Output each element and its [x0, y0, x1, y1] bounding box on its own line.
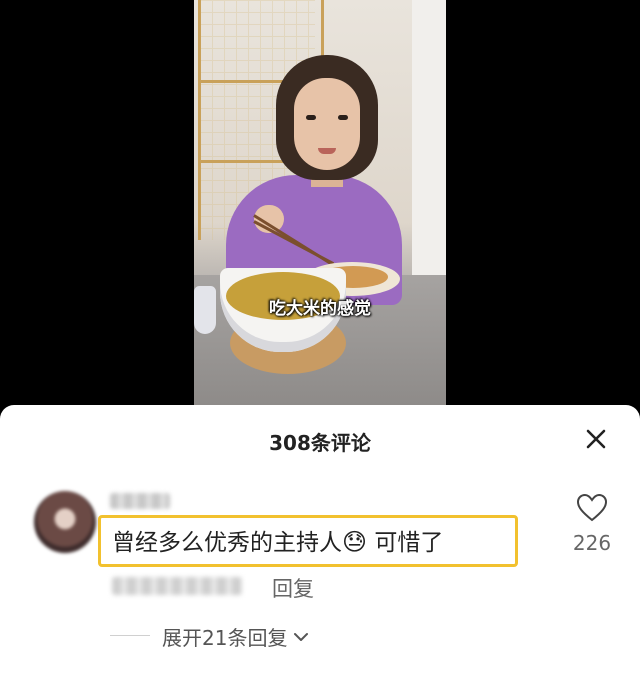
like-button[interactable]: 226	[572, 493, 612, 555]
date-blurred	[112, 577, 242, 595]
like-count: 226	[572, 531, 612, 555]
chevron-down-icon	[294, 632, 309, 641]
heart-icon	[576, 493, 608, 522]
comments-sheet: 308条评论 曾经多么优秀的主持人😓 可惜了 226 回复 展开21条回复	[0, 405, 640, 673]
close-button[interactable]	[582, 425, 610, 453]
person-face	[294, 78, 360, 170]
expand-replies-button[interactable]: 展开21条回复	[162, 622, 309, 651]
comments-title: 308条评论	[269, 431, 371, 455]
avatar[interactable]	[34, 491, 96, 553]
comment-item: 曾经多么优秀的主持人😓 可惜了 226 回复 展开21条回复	[0, 485, 640, 665]
comment-text[interactable]: 曾经多么优秀的主持人😓 可惜了	[112, 523, 443, 557]
video-frame[interactable]: 吃大米的感觉	[194, 0, 446, 405]
video-area[interactable]: 吃大米的感觉	[0, 0, 640, 420]
comment-body: 曾经多么优秀的主持人	[112, 530, 342, 556]
reply-button[interactable]: 回复	[272, 573, 314, 603]
divider-line	[110, 635, 150, 636]
close-icon	[586, 429, 606, 449]
username-blurred[interactable]	[110, 493, 170, 509]
sweat-emoji-icon: 😓	[342, 528, 368, 556]
expand-replies-label: 展开21条回复	[162, 626, 288, 650]
comment-suffix: 可惜了	[367, 530, 444, 556]
video-subtitle: 吃大米的感觉	[269, 299, 371, 319]
